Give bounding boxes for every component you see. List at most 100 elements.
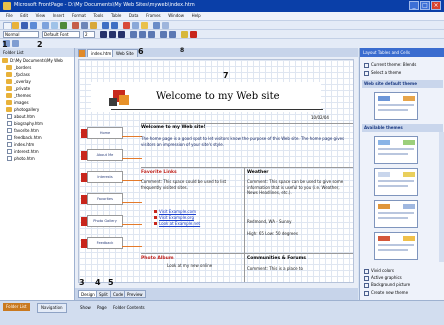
preview-icon[interactable] [51,22,58,29]
nav-favorites[interactable]: Favorites [81,193,142,205]
tree-item-fpclass[interactable]: _fpclass [0,71,74,78]
tree-root[interactable]: D:\My Documents\My Web [0,57,74,64]
underline-icon[interactable] [118,31,125,38]
weather-text[interactable]: Comment: This space can be used to give … [247,179,351,196]
menu-file[interactable]: File [6,12,13,20]
align-center-icon[interactable] [139,31,146,38]
favorites-text[interactable]: Comment: This space could be used to lis… [141,179,239,190]
tree-item-index[interactable]: index.htm [0,141,74,148]
weather-temps[interactable]: High: 65 Low: 50 degrees [247,231,351,237]
minimize-button[interactable]: _ [409,1,419,10]
menu-table[interactable]: Table [111,12,121,20]
tree-item-about[interactable]: about.htm [0,113,74,120]
photo-album-heading[interactable]: Photo Album [141,256,174,261]
close-button[interactable]: × [431,1,441,10]
tree-item-borders[interactable]: _borders [0,64,74,71]
open-icon[interactable] [12,22,19,29]
menu-view[interactable]: View [36,12,46,20]
tree-item-favorite[interactable]: favorite.htm [0,127,74,134]
tree-item-themes[interactable]: _themes [0,92,74,99]
highlight-icon[interactable] [181,31,188,38]
tree-item-images[interactable]: images [0,99,74,106]
favorites-heading[interactable]: Favorite Links [141,170,177,175]
nav-home[interactable]: Home [81,127,142,139]
font-dropdown[interactable]: Default Font [42,31,80,38]
page-title[interactable]: Welcome to my Web site [156,91,280,102]
link-example-org[interactable]: Visit Example.org [154,215,194,220]
insert-picture-icon[interactable] [123,22,130,29]
weather-heading[interactable]: Weather [247,170,269,175]
align-left-icon[interactable] [130,31,137,38]
show-label[interactable]: Show [80,305,91,310]
undo-icon[interactable] [102,22,109,29]
align-right-icon[interactable] [148,31,155,38]
font-color-icon[interactable] [190,31,197,38]
menu-help[interactable]: Help [192,12,201,20]
insert-hyperlink-icon[interactable] [141,22,148,29]
link-example-com[interactable]: Visit Example.com [154,209,196,214]
communities-text[interactable]: Comment: This is a place to [247,266,351,272]
task-pane-scrollbar[interactable] [439,132,444,262]
print-icon[interactable] [42,22,49,29]
menu-insert[interactable]: Insert [53,12,64,20]
weather-city[interactable]: Redmond, WA - Sunny [247,219,351,225]
create-new-theme-link[interactable]: Create new theme [364,290,408,296]
menu-edit[interactable]: Edit [20,12,28,20]
tree-item-interest[interactable]: interest.htm [0,148,74,155]
vivid-colors-checkbox[interactable]: Vivid colors [364,268,394,274]
tab-preview[interactable]: Preview [124,290,146,298]
available-themes-section[interactable]: Available themes [362,124,443,132]
tab-split[interactable]: Split [96,290,111,298]
nav-feedback[interactable]: Feedback [81,237,142,249]
maximize-button[interactable]: □ [420,1,430,10]
photo-album-text[interactable]: Look at my new online [167,263,243,269]
tree-item-biography[interactable]: biography.htm [0,120,74,127]
active-graphics-checkbox[interactable]: Active graphics [364,275,402,281]
page-view-label[interactable]: Page [97,305,107,310]
help-icon[interactable] [162,22,169,29]
background-picture-checkbox[interactable]: Background picture [364,282,410,288]
theme-thumbnail[interactable] [374,92,418,120]
spelling-icon[interactable] [60,22,67,29]
cut-icon[interactable] [72,22,79,29]
numbering-icon[interactable] [160,31,167,38]
welcome-text[interactable]: The home page is a good spot to let visi… [141,136,347,147]
menu-frames[interactable]: Frames [146,12,161,20]
bullets-icon[interactable] [169,31,176,38]
tree-item-photo[interactable]: photo.htm [0,155,74,162]
redo-icon[interactable] [111,22,118,29]
tab-web-site-orange[interactable] [78,49,86,57]
menu-tools[interactable]: Tools [94,12,104,20]
italic-icon[interactable] [109,31,116,38]
menu-format[interactable]: Format [72,12,86,20]
save-icon[interactable] [21,22,28,29]
tree-item-photogallery[interactable]: photogallery [0,106,74,113]
folder-contents-label[interactable]: Folder Contents [113,305,145,310]
menu-data[interactable]: Data [129,12,139,20]
bold-icon[interactable] [100,31,107,38]
menu-window[interactable]: Window [168,12,184,20]
web-site-default-section[interactable]: Web site default theme [362,80,443,88]
tab-design[interactable]: Design [78,290,98,298]
table-icon[interactable] [12,40,19,47]
navigation-tab[interactable]: Navigation [37,303,67,313]
tab-web-site[interactable]: Web Site [112,49,138,57]
folder-list-tab[interactable]: Folder List [3,303,30,311]
theme-thumbnail[interactable] [374,200,418,228]
paste-icon[interactable] [90,22,97,29]
welcome-heading[interactable]: Welcome to my Web site! [141,125,206,130]
theme-thumbnail[interactable] [374,168,418,196]
nav-about-me[interactable]: About Me [81,149,142,161]
page-canvas[interactable]: 7 Welcome to my Web site 10/02/04 Home A… [78,59,354,283]
publish-icon[interactable] [30,22,37,29]
style-dropdown[interactable]: Normal [3,31,39,38]
font-size-dropdown[interactable]: 2 [83,31,95,38]
theme-thumbnail[interactable] [374,136,418,164]
link-example-net[interactable]: Look at Example.net [153,221,200,226]
tree-item-feedback[interactable]: feedback.htm [0,134,74,141]
communities-heading[interactable]: Communities & Forums [247,256,306,261]
tab-index[interactable]: index.htm [87,49,116,57]
copy-icon[interactable] [81,22,88,29]
nav-photo-gallery[interactable]: Photo Gallery [81,215,142,227]
nav-interests[interactable]: Interests [81,171,142,183]
